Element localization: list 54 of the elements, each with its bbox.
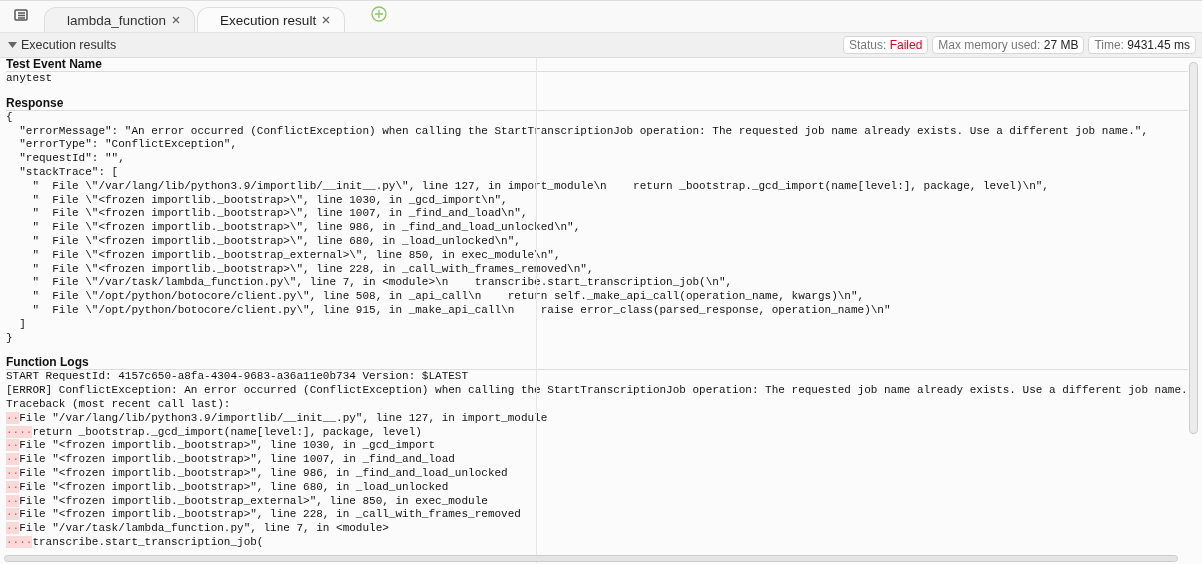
code-line: " File \"/opt/python/botocore/client.py\", line 915, in _make_api_call\n raise error_class(parsed_response, operation_name)\n" [31, 303, 891, 316]
code-line: } [6, 331, 13, 344]
whitespace-marker: ·· [6, 466, 20, 479]
stat-badge: Status: Failed [842, 36, 929, 54]
code-line: "stackTrace": [ [18, 166, 119, 178]
code-line: transcribe.start_transcription_job( [32, 535, 264, 548]
code-line: File "<frozen importlib._bootstrap>", line 1030, in _gcd_import [19, 439, 436, 452]
whitespace-marker: ·· [6, 508, 20, 521]
section-heading: Test Event Name [6, 58, 1188, 72]
stat-badge: Time: 9431.45 ms [1088, 36, 1196, 54]
horizontal-scrollbar[interactable] [4, 555, 1178, 562]
code-line: " File \"<frozen importlib._bootstrap_external>\", line 850, in exec_module\n", [31, 248, 561, 261]
whitespace-marker: ·· [6, 453, 20, 466]
stat-badge: Max memory used: 27 MB [932, 36, 1085, 54]
code-line: " File \"/var/lang/lib/python3.9/importlib/__init__.py\", line 127, in import_module\n return _bootstrap._gcd_import(name[level:], package, level)\n", [31, 179, 1049, 192]
code-line: File "<frozen importlib._bootstrap_external>", line 850, in exec_module [19, 494, 488, 507]
whitespace-marker: ···· [6, 425, 33, 438]
whitespace-marker: ·· [6, 494, 20, 507]
whitespace-marker: ···· [6, 535, 33, 548]
code-line: " File \"/var/task/lambda_function.py\", line 7, in <module>\n transcribe.start_transcription_job(\n", [31, 276, 733, 289]
code-line: return _bootstrap._gcd_import(name[level:], package, level) [32, 425, 422, 438]
editor-tab[interactable]: Execution result [197, 7, 346, 32]
code-line: anytest [6, 72, 53, 84]
code-line: { [6, 110, 13, 123]
whitespace-marker: ·· [6, 439, 20, 452]
code-line: File "<frozen importlib._bootstrap>", line 228, in _call_with_frames_removed [19, 508, 521, 521]
code-line: File "/var/lang/lib/python3.9/importlib/__init__.py", line 127, in import_module [19, 411, 548, 424]
code-line: " File \"<frozen importlib._bootstrap>\", line 986, in _find_and_load_unlocked\n", [31, 221, 581, 234]
code-line: START RequestId: 4157c650-a8fa-4304-9683-a36a11e0b734 Version: $LATEST [6, 370, 469, 383]
code-line: File "/var/task/lambda_function.py", line 7, in <module> [19, 522, 389, 535]
code-line: " File \"<frozen importlib._bootstrap>\", line 1030, in _gcd_import\n", [31, 193, 508, 206]
code-line: "errorType": "ConflictException", [18, 138, 238, 151]
menu-icon[interactable] [12, 6, 30, 24]
whitespace-marker: ·· [6, 480, 20, 493]
section-heading: Function Logs [6, 355, 1188, 371]
vertical-scrollbar[interactable] [1189, 62, 1198, 434]
whitespace-marker: ·· [6, 411, 20, 424]
code-line: "requestId": "", [18, 152, 125, 165]
panel-title: Execution results [21, 38, 118, 52]
code-line: " File \"<frozen importlib._bootstrap>\", line 1007, in _find_and_load\n", [31, 207, 528, 220]
section-heading: Response [6, 95, 1188, 111]
code-line: "errorMessage": "An error occurred (ConflictException) when calling the StartTranscriptionJob operation: The requested job name already exists. Use a different job name.", [18, 124, 1148, 137]
code-line: Traceback (most recent call last): [6, 397, 231, 410]
close-icon[interactable] [322, 16, 331, 24]
code-line: File "<frozen importlib._bootstrap>", line 1007, in _find_and_load [19, 453, 455, 466]
code-line: " File \"<frozen importlib._bootstrap>\", line 228, in _call_with_frames_removed\n", [31, 262, 594, 275]
whitespace-marker: ·· [6, 522, 20, 535]
code-line: " File \"<frozen importlib._bootstrap>\", line 680, in _load_unlocked\n", [31, 234, 521, 247]
code-line: File "<frozen importlib._bootstrap>", line 986, in _find_and_load_unlocked [19, 466, 508, 479]
code-line: File "<frozen importlib._bootstrap>", line 680, in _load_unlocked [19, 480, 449, 493]
code-line: ] [18, 317, 26, 330]
editor-tab[interactable]: lambda_function [44, 7, 196, 32]
collapse-caret-icon[interactable] [8, 41, 17, 49]
close-icon[interactable] [172, 16, 181, 24]
